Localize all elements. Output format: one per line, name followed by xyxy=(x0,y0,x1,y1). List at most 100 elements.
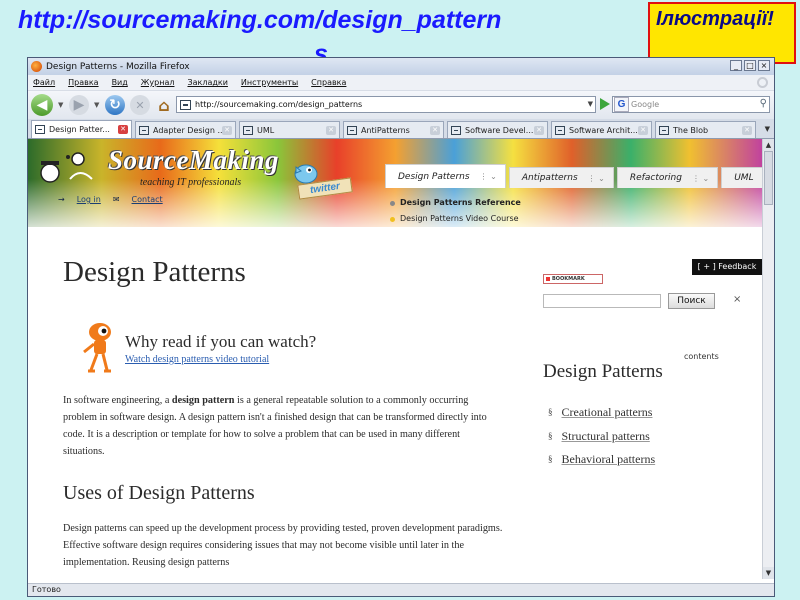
throbber-icon xyxy=(757,77,768,88)
sidebar-item-label[interactable]: Creational patterns xyxy=(562,401,653,425)
robot-icon xyxy=(83,323,111,373)
tab-close-icon[interactable]: ✕ xyxy=(638,126,648,135)
section-heading-uses: Uses of Design Patterns xyxy=(63,482,255,504)
close-icon[interactable]: × xyxy=(733,294,741,305)
search-box[interactable]: G Google ⚲ xyxy=(612,96,770,113)
submenu-item-reference[interactable]: Design Patterns Reference xyxy=(390,195,521,211)
scroll-down-icon[interactable]: ▼ xyxy=(763,567,774,579)
menu-history[interactable]: Журнал xyxy=(141,78,175,87)
close-button[interactable]: × xyxy=(758,60,770,71)
submenu-label[interactable]: Design Patterns Video Course xyxy=(400,211,519,227)
page-viewport: SourceMaking teaching IT professionals t… xyxy=(28,139,774,579)
back-history-dropdown[interactable]: ▼ xyxy=(58,101,64,109)
tab-label: The Blob xyxy=(673,125,709,135)
title-bar: Design Patterns - Mozilla Firefox _ □ × xyxy=(28,58,774,75)
search-placeholder[interactable]: Google xyxy=(631,100,659,109)
site-tab-refactoring[interactable]: Refactoring ⋮ ⌄ xyxy=(616,167,719,188)
menu-file[interactable]: Файл xyxy=(33,78,55,87)
login-link[interactable]: Log in xyxy=(77,195,101,204)
browser-tab-2[interactable]: Adapter Design ... ✕ xyxy=(135,121,236,138)
browser-tab-5[interactable]: Software Devel... ✕ xyxy=(447,121,548,138)
site-search-input[interactable] xyxy=(543,294,661,308)
browser-tab-1[interactable]: Design Patter... ✕ xyxy=(31,120,132,138)
tab-close-icon[interactable]: ✕ xyxy=(118,125,128,134)
vertical-scrollbar[interactable]: ▲ ▼ xyxy=(762,139,774,579)
scroll-up-icon[interactable]: ▲ xyxy=(763,139,774,151)
home-icon[interactable]: ⌂ xyxy=(155,95,173,115)
watch-video-link[interactable]: Watch design patterns video tutorial xyxy=(125,354,269,365)
tab-favicon-icon xyxy=(139,125,149,135)
menu-help[interactable]: Справка xyxy=(311,78,346,87)
tab-label: Design Patter... xyxy=(49,125,110,134)
sidebar-item-structural[interactable]: § Structural patterns xyxy=(548,425,655,449)
sidebar-item-label[interactable]: Behavioral patterns xyxy=(562,448,656,472)
contact-link[interactable]: Contact xyxy=(132,195,163,204)
mail-icon: ✉ xyxy=(112,195,120,204)
sidebar-item-label[interactable]: Structural patterns xyxy=(562,425,650,449)
browser-tab-4[interactable]: AntiPatterns ✕ xyxy=(343,121,444,138)
site-logo[interactable]: SourceMaking xyxy=(108,145,279,176)
video-promo-heading: Why read if you can watch? xyxy=(125,332,317,351)
reload-icon[interactable]: ↻ xyxy=(105,95,125,115)
tab-label: Software Devel... xyxy=(465,125,534,135)
tab-close-icon[interactable]: ✕ xyxy=(222,126,232,135)
site-favicon-icon xyxy=(180,99,191,110)
sidebar-item-creational[interactable]: § Creational patterns xyxy=(548,401,655,425)
site-search-button[interactable]: Поиск xyxy=(668,293,715,309)
tab-label: Software Archit... xyxy=(569,125,638,135)
tab-list-dropdown-icon[interactable]: ▼ xyxy=(765,125,770,133)
tab-favicon-icon xyxy=(451,125,461,135)
bookmark-button[interactable]: BOOKMARK xyxy=(543,274,603,284)
tab-favicon-icon xyxy=(659,125,669,135)
go-icon[interactable] xyxy=(600,98,610,110)
address-bar[interactable]: http://sourcemaking.com/design_patterns … xyxy=(176,96,596,113)
menu-view[interactable]: Вид xyxy=(112,78,128,87)
menu-tools[interactable]: Инструменты xyxy=(241,78,298,87)
browser-tab-6[interactable]: Software Archit... ✕ xyxy=(551,121,652,138)
section-icon: § xyxy=(548,407,553,417)
forward-icon[interactable]: ▶ xyxy=(69,95,89,115)
window-title: Design Patterns - Mozilla Firefox xyxy=(46,61,190,72)
browser-tab-3[interactable]: UML ✕ xyxy=(239,121,340,138)
intro-lead: In software engineering, a xyxy=(63,395,172,406)
site-tab-antipatterns[interactable]: Antipatterns ⋮ ⌄ xyxy=(508,167,614,188)
tab-label: Adapter Design ... xyxy=(153,125,226,135)
tab-close-icon[interactable]: ✕ xyxy=(326,126,336,135)
chevron-down-icon[interactable]: ⋮ ⌄ xyxy=(480,172,497,181)
scroll-thumb[interactable] xyxy=(764,151,773,205)
site-tab-design-patterns[interactable]: Design Patterns ⋮ ⌄ xyxy=(385,164,506,188)
submenu-label[interactable]: Design Patterns Reference xyxy=(400,195,521,211)
google-icon[interactable]: G xyxy=(614,97,629,112)
tab-label: AntiPatterns xyxy=(361,125,410,135)
design-patterns-submenu: Design Patterns Reference Design Pattern… xyxy=(390,195,521,227)
browser-window: Design Patterns - Mozilla Firefox _ □ × … xyxy=(27,57,775,597)
utility-links: → Log in ✉ Contact xyxy=(58,195,163,204)
submenu-item-video-course[interactable]: Design Patterns Video Course xyxy=(390,211,521,227)
search-icon[interactable]: ⚲ xyxy=(760,98,767,109)
address-dropdown-icon[interactable]: ▼ xyxy=(588,100,593,108)
corner-label: Ілюстрації! xyxy=(648,2,796,64)
feedback-button[interactable]: [ + ] Feedback xyxy=(692,259,762,275)
slide-title-line1: http://sourcemaking.com/design_pattern xyxy=(18,6,502,34)
site-logo-tagline: teaching IT professionals xyxy=(140,177,242,188)
back-icon[interactable]: ◀ xyxy=(31,94,53,116)
maximize-button[interactable]: □ xyxy=(744,60,756,71)
tab-favicon-icon xyxy=(555,125,565,135)
sidebar-item-behavioral[interactable]: § Behavioral patterns xyxy=(548,448,655,472)
tab-close-icon[interactable]: ✕ xyxy=(430,126,440,135)
tab-favicon-icon xyxy=(243,125,253,135)
tab-close-icon[interactable]: ✕ xyxy=(534,126,544,135)
minimize-button[interactable]: _ xyxy=(730,60,742,71)
stop-icon[interactable]: ✕ xyxy=(130,95,150,115)
twitter-bird-icon xyxy=(294,164,318,184)
chevron-down-icon[interactable]: ⋮ ⌄ xyxy=(692,174,709,183)
address-text[interactable]: http://sourcemaking.com/design_patterns xyxy=(195,100,362,109)
chevron-down-icon[interactable]: ⋮ ⌄ xyxy=(588,174,605,183)
tab-bar: Design Patter... ✕ Adapter Design ... ✕ … xyxy=(28,119,774,139)
intro-paragraph: In software engineering, a design patter… xyxy=(63,392,503,460)
tab-close-icon[interactable]: ✕ xyxy=(742,126,752,135)
menu-edit[interactable]: Правка xyxy=(68,78,98,87)
browser-tab-7[interactable]: The Blob ✕ xyxy=(655,121,756,138)
menu-bookmarks[interactable]: Закладки xyxy=(187,78,227,87)
forward-history-dropdown[interactable]: ▼ xyxy=(94,101,100,109)
